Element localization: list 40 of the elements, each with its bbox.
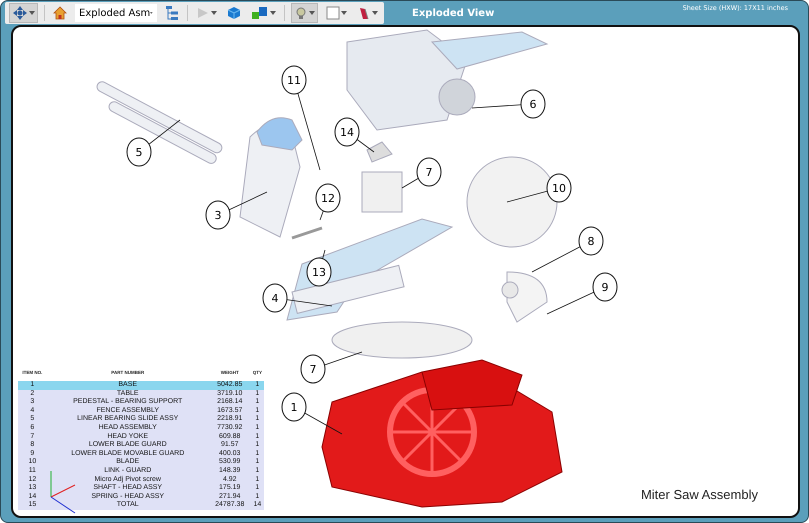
spring-drawing [366, 141, 393, 163]
item-balloon: 1 [282, 392, 306, 422]
item-balloon: 13 [306, 258, 332, 286]
item-balloon: 4 [262, 284, 288, 312]
shaft-drawing [292, 226, 322, 240]
caret-icon [341, 11, 347, 15]
item-balloon: 9 [592, 272, 618, 302]
item-balloon: 5 [126, 138, 152, 166]
caret-icon [309, 11, 315, 15]
lamp-icon [294, 6, 308, 20]
item-balloon: 3 [206, 200, 230, 230]
item-balloon: 6 [520, 90, 546, 118]
item-balloon: 11 [282, 66, 306, 94]
caret-icon [29, 11, 35, 15]
square-icon [326, 6, 340, 20]
tree-button[interactable] [163, 3, 181, 23]
tree-icon [165, 5, 179, 21]
cube-icon [227, 6, 241, 20]
view-dropdown[interactable]: Exploded Asm [75, 4, 157, 22]
view-orientation-button[interactable] [9, 3, 38, 23]
caret-icon [270, 11, 276, 15]
drawing-title: Miter Saw Assembly [640, 487, 758, 502]
view-title: Exploded View [412, 8, 494, 18]
pivot-bracket-drawing [362, 172, 402, 212]
lighting-button[interactable] [291, 3, 318, 23]
caret-icon [372, 11, 378, 15]
cubes-icon [251, 6, 269, 20]
home-icon [53, 6, 67, 20]
item-balloon: 14 [334, 118, 360, 146]
caret-icon [150, 11, 153, 15]
item-balloon: 10 [546, 174, 572, 202]
item-balloon: 12 [316, 184, 340, 212]
move-arrows-icon [12, 5, 28, 21]
blade-guard-drawing [502, 272, 548, 322]
caret-icon [211, 11, 217, 15]
item-balloon: 7 [300, 354, 326, 384]
play-icon [196, 6, 210, 20]
item-balloon: 7 [416, 158, 442, 186]
item-balloon: 8 [578, 226, 604, 256]
paint-icon [357, 6, 371, 20]
